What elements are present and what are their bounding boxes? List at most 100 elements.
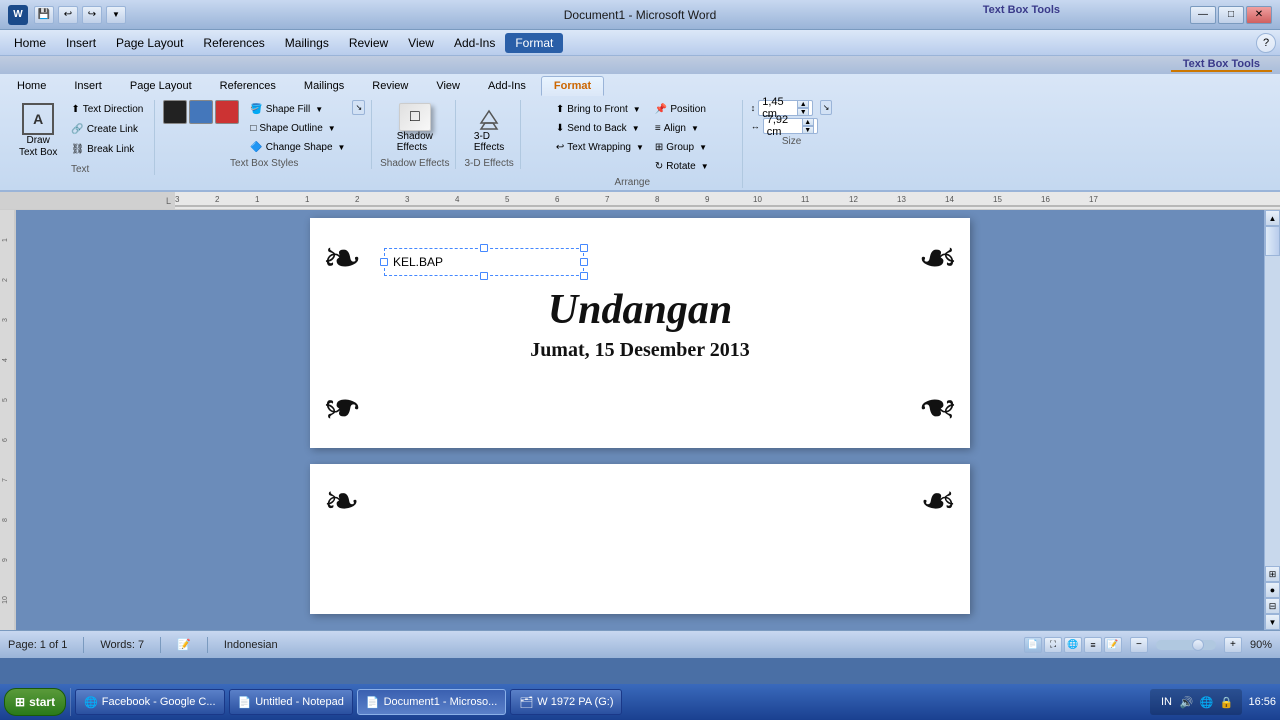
handle-bottom-center[interactable] xyxy=(480,272,488,280)
group-btn[interactable]: ⊞ Group ▼ xyxy=(650,138,714,156)
styles-expand-btn[interactable]: ↘ xyxy=(352,100,365,115)
tray-sound-icon[interactable]: 🔊 xyxy=(1178,694,1194,710)
svg-text:11: 11 xyxy=(801,195,810,204)
width-up[interactable]: ▲ xyxy=(802,118,814,126)
tab-review[interactable]: Review xyxy=(359,76,421,96)
menu-view[interactable]: View xyxy=(398,33,444,53)
align-arrow: ▼ xyxy=(691,124,699,133)
group-3d-content: 3-DEffects xyxy=(467,100,511,156)
break-link-btn[interactable]: ⛓ Break Link xyxy=(66,140,148,158)
svg-text:7: 7 xyxy=(605,195,610,204)
align-btn[interactable]: ≡ Align ▼ xyxy=(650,119,714,137)
text-direction-btn[interactable]: ⬆ Text Direction xyxy=(66,100,148,118)
position-icon: 📌 xyxy=(655,104,667,115)
tray-network-icon[interactable]: 🌐 xyxy=(1198,694,1214,710)
scroll-up-btn[interactable]: ▲ xyxy=(1265,210,1280,226)
width-input[interactable]: 7,92 cm ▲ ▼ xyxy=(763,118,818,134)
scroll-track[interactable] xyxy=(1265,226,1280,566)
tab-home[interactable]: Home xyxy=(4,76,59,96)
menu-format[interactable]: Format xyxy=(505,33,563,53)
menu-insert[interactable]: Insert xyxy=(56,33,106,53)
view-fullscreen-btn[interactable]: ⛶ xyxy=(1044,637,1062,653)
tray-security-icon[interactable]: 🔒 xyxy=(1218,694,1234,710)
tab-view[interactable]: View xyxy=(423,76,473,96)
svg-text:3: 3 xyxy=(405,195,410,204)
text-wrapping-btn[interactable]: ↩ Text Wrapping ▼ xyxy=(551,138,649,156)
ruler-main: 3 2 1 1 2 3 4 5 6 7 8 9 10 11 12 13 14 1… xyxy=(175,192,1280,209)
undo-btn[interactable]: ↩ xyxy=(58,6,78,24)
svg-text:4: 4 xyxy=(455,195,460,204)
scroll-extra-1[interactable]: ⊞ xyxy=(1265,566,1280,582)
start-button[interactable]: ⊞ start xyxy=(4,688,66,716)
svg-text:3: 3 xyxy=(2,318,9,322)
scroll-down-btn[interactable]: ▼ xyxy=(1265,614,1280,630)
tab-addins[interactable]: Add-Ins xyxy=(475,76,539,96)
save-btn[interactable]: 💾 xyxy=(34,6,54,24)
tab-page-layout[interactable]: Page Layout xyxy=(117,76,205,96)
taskbar-facebook[interactable]: 🌐 Facebook - Google C... xyxy=(75,689,224,715)
menu-review[interactable]: Review xyxy=(339,33,398,53)
svg-text:9: 9 xyxy=(2,558,9,562)
shape-outline-btn[interactable]: □ Shape Outline ▼ xyxy=(245,119,350,137)
height-up[interactable]: ▲ xyxy=(797,100,809,108)
swatch-black[interactable] xyxy=(163,100,187,124)
taskbar-word[interactable]: 📄 Document1 - Microso... xyxy=(357,689,506,715)
status-page: Page: 1 of 1 xyxy=(8,639,67,651)
minimize-btn[interactable]: — xyxy=(1190,6,1216,24)
customize-btn[interactable]: ▼ xyxy=(106,6,126,24)
bring-to-front-btn[interactable]: ⬆ Bring to Front ▼ xyxy=(551,100,649,118)
handle-top-right[interactable] xyxy=(580,244,588,252)
maximize-btn[interactable]: □ xyxy=(1218,6,1244,24)
swatch-red[interactable] xyxy=(215,100,239,124)
spell-check-icon[interactable]: 📝 xyxy=(177,638,191,651)
zoom-in-btn[interactable]: + xyxy=(1224,637,1242,653)
shape-fill-btn[interactable]: 🪣 Shape Fill ▼ xyxy=(245,100,350,118)
taskbar-win1972[interactable]: 🗂 W 1972 PA (G:) xyxy=(510,689,622,715)
tab-mailings[interactable]: Mailings xyxy=(291,76,357,96)
menu-addins[interactable]: Add-Ins xyxy=(444,33,505,53)
swatch-blue[interactable] xyxy=(189,100,213,124)
handle-bottom-right[interactable] xyxy=(580,272,588,280)
menu-mailings[interactable]: Mailings xyxy=(275,33,339,53)
menu-home[interactable]: Home xyxy=(4,33,56,53)
view-web-btn[interactable]: 🌐 xyxy=(1064,637,1082,653)
help-btn[interactable]: ? xyxy=(1256,33,1276,53)
align-label: Align xyxy=(664,123,686,134)
group-icon: ⊞ xyxy=(655,142,663,153)
zoom-out-btn[interactable]: − xyxy=(1130,637,1148,653)
handle-mid-right[interactable] xyxy=(580,258,588,266)
width-down[interactable]: ▼ xyxy=(802,126,814,134)
handle-left-center[interactable] xyxy=(380,258,388,266)
view-buttons: 📄 ⛶ 🌐 ≡ 📝 xyxy=(1024,637,1122,653)
close-btn[interactable]: ✕ xyxy=(1246,6,1272,24)
view-print-btn[interactable]: 📄 xyxy=(1024,637,1042,653)
tab-format[interactable]: Format xyxy=(541,76,604,96)
draw-text-box-btn[interactable]: A DrawText Box xyxy=(12,100,64,162)
zoom-slider-thumb[interactable] xyxy=(1192,639,1204,651)
menu-page-layout[interactable]: Page Layout xyxy=(106,33,193,53)
rotate-btn[interactable]: ↻ Rotate ▼ xyxy=(650,157,714,175)
group-styles-content: 🪣 Shape Fill ▼ □ Shape Outline ▼ 🔷 Chang… xyxy=(163,100,365,156)
zoom-slider[interactable] xyxy=(1156,640,1216,650)
view-outline-btn[interactable]: ≡ xyxy=(1084,637,1102,653)
shadow-effects-btn[interactable]: □ ShadowEffects xyxy=(388,100,442,156)
position-btn[interactable]: 📌 Position xyxy=(650,100,714,118)
redo-btn[interactable]: ↪ xyxy=(82,6,102,24)
scroll-thumb[interactable] xyxy=(1265,226,1280,256)
scroll-extra-2[interactable]: ● xyxy=(1265,582,1280,598)
view-draft-btn[interactable]: 📝 xyxy=(1104,637,1122,653)
tab-insert[interactable]: Insert xyxy=(61,76,115,96)
change-shape-btn[interactable]: 🔷 Change Shape ▼ xyxy=(245,138,350,156)
send-to-back-btn[interactable]: ⬇ Send to Back ▼ xyxy=(551,119,649,137)
create-link-btn[interactable]: 🔗 Create Link xyxy=(66,120,148,138)
3d-effects-btn[interactable]: 3-DEffects xyxy=(467,100,511,156)
size-expand-btn[interactable]: ↘ xyxy=(820,100,833,115)
taskbar-sep xyxy=(70,688,71,716)
tab-references[interactable]: References xyxy=(207,76,289,96)
svg-text:4: 4 xyxy=(2,358,9,362)
menu-references[interactable]: References xyxy=(193,33,274,53)
group-shadow-content: □ ShadowEffects xyxy=(388,100,442,156)
taskbar-notepad[interactable]: 📄 Untitled - Notepad xyxy=(229,689,353,715)
handle-top-center[interactable] xyxy=(480,244,488,252)
scroll-extra-3[interactable]: ⊟ xyxy=(1265,598,1280,614)
